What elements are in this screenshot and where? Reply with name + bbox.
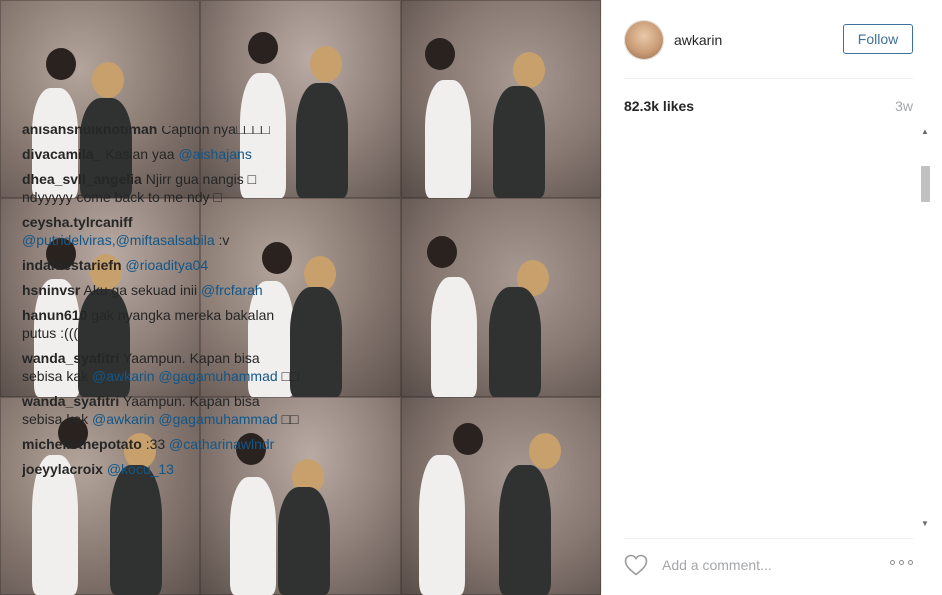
- comment-item: wanda_syafitri Yaampun. Kapan bisa sebis…: [22, 349, 302, 385]
- comment-text: Aku ga sekuad inii: [83, 282, 198, 298]
- comment-item: dhea_svll_angelia Njirr gua nangis □ ndy…: [22, 170, 302, 206]
- dot-icon: [899, 560, 904, 565]
- comment-username[interactable]: dhea_svll_angelia: [22, 171, 142, 187]
- comment-username[interactable]: hanun610: [22, 307, 87, 323]
- collage-tile: [400, 0, 601, 199]
- person-figure: [488, 286, 541, 397]
- person-figure: [418, 454, 465, 595]
- more-options-icon[interactable]: [890, 560, 913, 565]
- comment-emoji: □□: [281, 368, 299, 384]
- comment-username[interactable]: joeyylacroix: [22, 461, 103, 477]
- post-sidebar: awkarin Follow 82.3k likes 3w: [601, 0, 942, 595]
- comment-item: divacamila_ Kasian yaa @aishajans: [22, 145, 302, 163]
- comment-username[interactable]: divacamila_: [22, 146, 101, 162]
- add-comment-input[interactable]: [660, 556, 864, 574]
- person-figure: [492, 86, 545, 199]
- comment-mention[interactable]: @awkarin @gagamuhammad: [92, 368, 278, 384]
- person-head: [310, 46, 343, 82]
- collage-tile: [400, 396, 601, 595]
- scroll-down-arrow-icon[interactable]: ▼: [918, 518, 932, 530]
- person-head: [426, 236, 457, 269]
- person-head: [248, 32, 279, 64]
- comment-text: :v: [218, 232, 230, 248]
- post-header: awkarin Follow: [624, 16, 913, 64]
- person-head: [452, 422, 483, 455]
- comment-mention[interactable]: @catharinawlndr: [169, 436, 274, 452]
- post-time[interactable]: 3w: [895, 98, 913, 114]
- person-figure: [296, 83, 349, 199]
- comment-mention[interactable]: @kocu_13: [107, 461, 174, 477]
- comment-username[interactable]: michellethepotato: [22, 436, 142, 452]
- comment-emoji: □□: [281, 411, 299, 427]
- comment-item: indahlestariefn @rioaditya04: [22, 256, 302, 274]
- comment-mention[interactable]: @awkarin @gagamuhammad: [92, 411, 278, 427]
- heart-icon[interactable]: [624, 554, 648, 576]
- comment-item: anisahsnulkhotimah Caption nya□□□□: [22, 126, 302, 138]
- dot-icon: [908, 560, 913, 565]
- comment-username[interactable]: indahlestariefn: [22, 257, 122, 273]
- comments-list[interactable]: anisahsnulkhotimah Caption nya□□□□ divac…: [22, 126, 302, 526]
- person-head: [46, 48, 76, 80]
- divider: [624, 78, 913, 79]
- comment-item: wanda_syafitri Yaampun. Kapan bisa sebis…: [22, 392, 302, 428]
- person-head: [424, 38, 455, 70]
- comment-username[interactable]: wanda_syafitri: [22, 393, 119, 409]
- person-figure: [430, 276, 477, 397]
- avatar[interactable]: [624, 20, 664, 60]
- comment-item: hanun610 gak nyangka mereka bakalan putu…: [22, 306, 302, 342]
- person-head: [528, 432, 561, 469]
- comment-mention[interactable]: @rioaditya04: [125, 257, 208, 273]
- username-link[interactable]: awkarin: [674, 32, 722, 48]
- comment-mention[interactable]: @putridelviras,@miftasalsabila: [22, 232, 215, 248]
- comment-text: Caption nya□□□□: [161, 126, 270, 137]
- comment-mention[interactable]: @aishajans: [178, 146, 251, 162]
- comment-bar: [624, 552, 913, 578]
- likes-count[interactable]: 82.3k likes: [624, 98, 694, 114]
- dot-icon: [890, 560, 895, 565]
- comment-username[interactable]: hsninvsr: [22, 282, 80, 298]
- divider: [624, 538, 913, 539]
- person-figure: [498, 464, 551, 595]
- scroll-up-arrow-icon[interactable]: ▲: [918, 126, 932, 138]
- follow-button[interactable]: Follow: [843, 24, 913, 54]
- comment-text: :33: [145, 436, 166, 452]
- person-figure: [424, 80, 471, 199]
- comment-item: michellethepotato :33 @catharinawlndr: [22, 435, 302, 453]
- comment-item: joeyylacroix @kocu_13: [22, 460, 302, 478]
- likes-row: 82.3k likes 3w: [624, 98, 913, 118]
- comments-scrollbar[interactable]: ▲ ▼: [918, 126, 932, 530]
- comment-username[interactable]: anisahsnulkhotimah: [22, 126, 157, 137]
- person-head: [92, 62, 124, 98]
- comment-username[interactable]: wanda_syafitri: [22, 350, 119, 366]
- collage-tile: [400, 198, 601, 397]
- person-head: [512, 52, 545, 88]
- comment-item: ceysha.tylrcaniff @putridelviras,@miftas…: [22, 213, 302, 249]
- comment-item: hsninvsr Aku ga sekuad inii @frcfarah: [22, 281, 302, 299]
- comment-username[interactable]: ceysha.tylrcaniff: [22, 214, 133, 230]
- comment-text: Kasian yaa: [105, 146, 175, 162]
- scroll-thumb[interactable]: [921, 166, 930, 202]
- comment-mention[interactable]: @frcfarah: [201, 282, 263, 298]
